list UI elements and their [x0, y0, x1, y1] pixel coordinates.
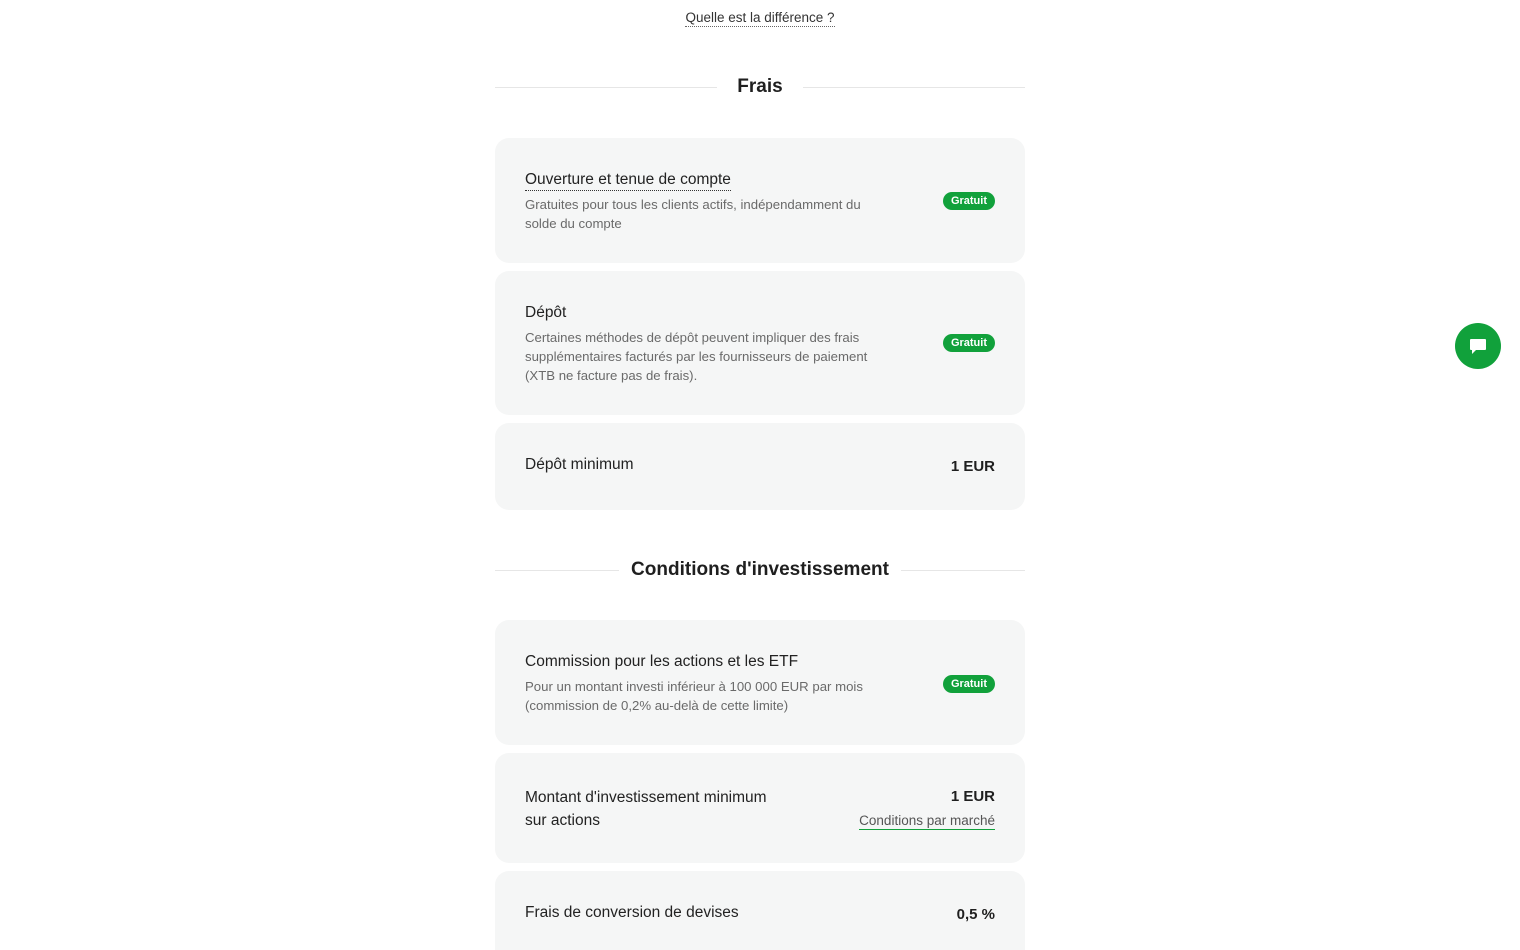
currency-conversion-value: 0,5 %	[956, 906, 995, 923]
card-minimum-investment: Montant d'investissement minimum sur act…	[495, 753, 1025, 863]
page: Quelle est la différence ? Frais Ouvertu…	[0, 0, 1520, 950]
top-link-container: Quelle est la différence ?	[0, 9, 1520, 27]
minimum-deposit-value: 1 EUR	[950, 458, 995, 475]
fees-heading: Frais	[495, 72, 1025, 102]
card-minimum-deposit: Dépôt minimum 1 EUR	[495, 423, 1025, 510]
deposit-title: Dépôt	[525, 304, 567, 321]
minimum-investment-title-line2: sur actions	[525, 812, 600, 829]
investment-heading-text: Conditions d'investissement	[631, 559, 889, 580]
card-commission: Commission pour les actions et les ETF P…	[495, 620, 1025, 745]
minimum-deposit-title: Dépôt minimum	[525, 456, 634, 473]
chat-bubble-icon	[1470, 338, 1486, 354]
account-opening-title[interactable]: Ouverture et tenue de compte	[525, 171, 731, 191]
market-conditions-link[interactable]: Conditions par marché	[859, 813, 995, 830]
minimum-investment-title: Montant d'investissement minimum sur act…	[525, 786, 767, 832]
minimum-investment-title-line1: Montant d'investissement minimum	[525, 789, 767, 806]
account-opening-desc: Gratuites pour tous les clients actifs, …	[525, 197, 861, 231]
commission-desc: Pour un montant investi inférieur à 100 …	[525, 679, 863, 713]
card-deposit: Dépôt Certaines méthodes de dépôt peuven…	[495, 271, 1025, 415]
commission-title: Commission pour les actions et les ETF	[525, 653, 799, 670]
free-badge: Gratuit	[942, 192, 995, 210]
free-badge: Gratuit	[942, 675, 995, 693]
deposit-desc: Certaines méthodes de dépôt peuvent impl…	[525, 330, 868, 383]
minimum-investment-value: 1 EUR	[950, 788, 995, 805]
free-badge: Gratuit	[942, 334, 995, 352]
fees-heading-text: Frais	[737, 76, 783, 97]
card-account-opening: Ouverture et tenue de compte Gratuites p…	[495, 138, 1025, 263]
difference-link[interactable]: Quelle est la différence ?	[685, 10, 835, 27]
card-currency-conversion: Frais de conversion de devises 0,5 %	[495, 871, 1025, 950]
chat-button[interactable]	[1455, 323, 1501, 369]
investment-heading: Conditions d'investissement	[495, 555, 1025, 585]
currency-conversion-title: Frais de conversion de devises	[525, 904, 739, 921]
